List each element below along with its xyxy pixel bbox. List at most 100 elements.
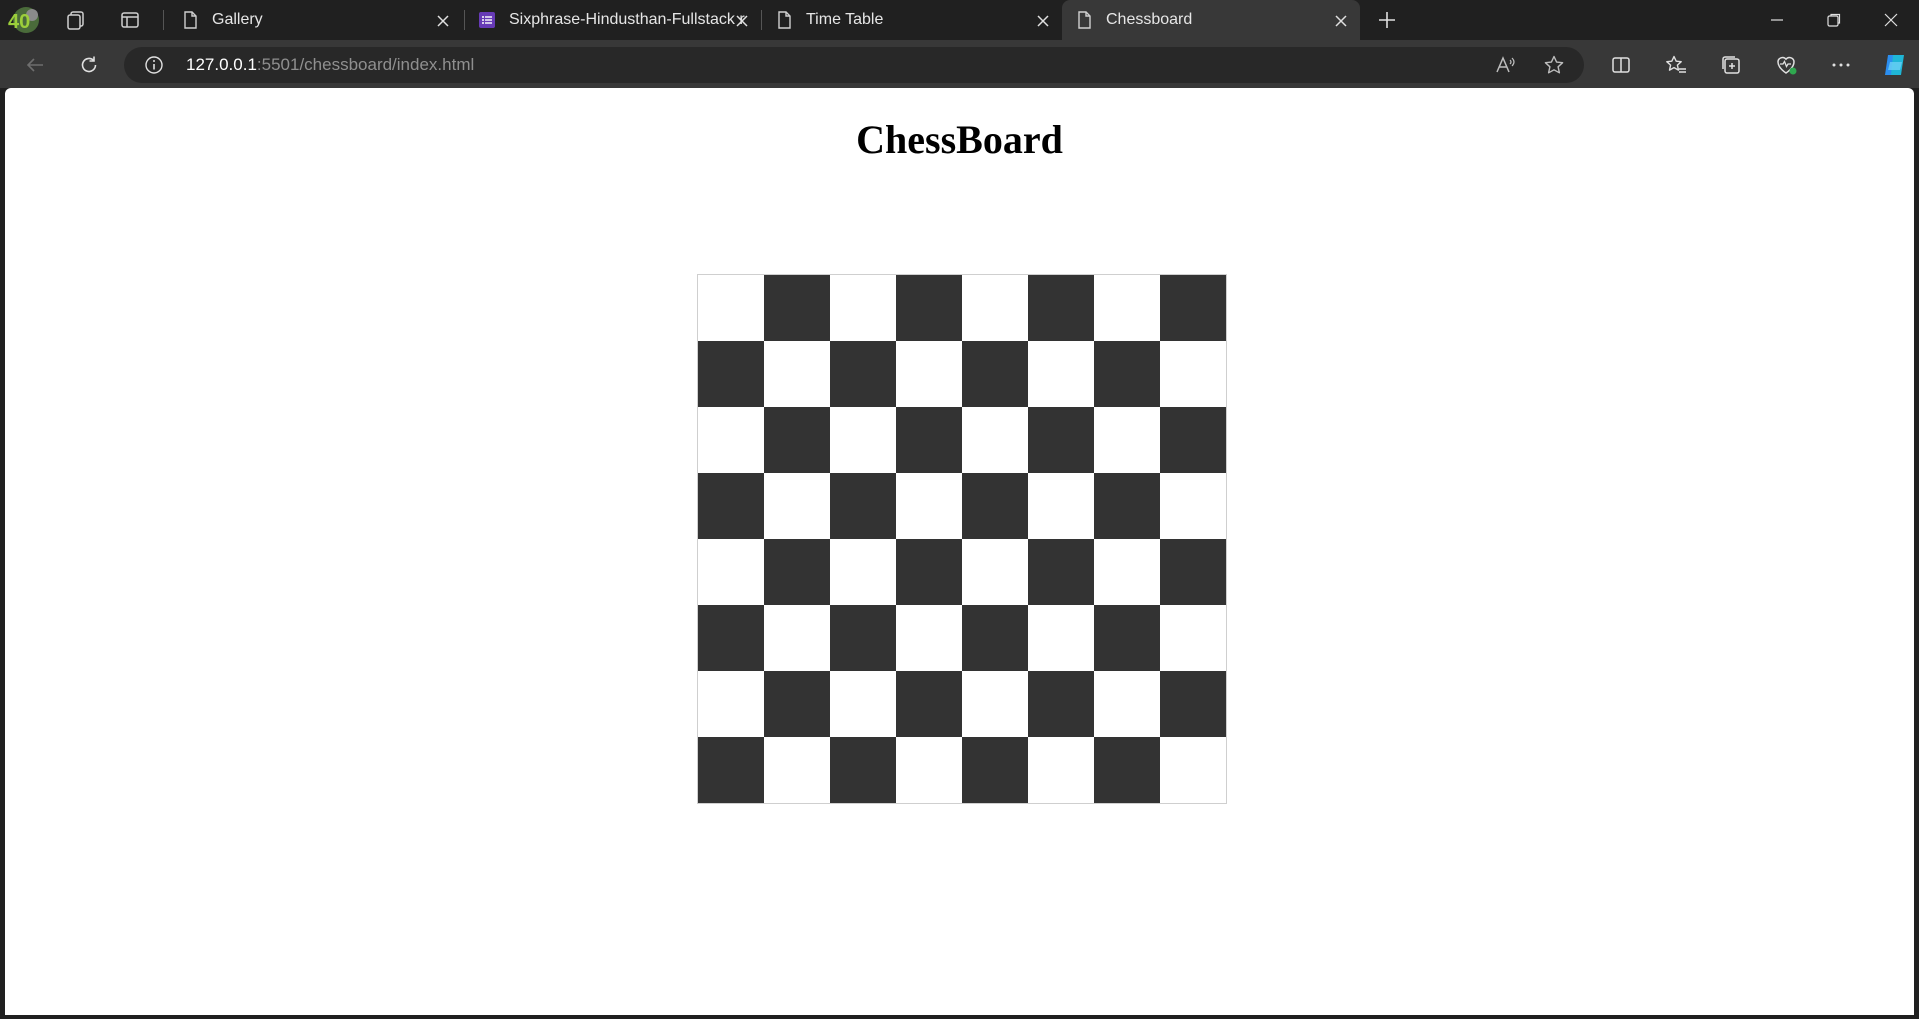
light-square	[962, 671, 1028, 737]
dark-square	[896, 671, 962, 737]
favorite-star-icon[interactable]	[1543, 54, 1565, 76]
dark-square	[1160, 275, 1226, 341]
dark-square	[962, 737, 1028, 803]
dark-square	[1028, 539, 1094, 605]
light-square	[698, 275, 764, 341]
light-square	[830, 671, 896, 737]
browser-toolbar: 127.0.0.1:5501/chessboard/index.html	[0, 40, 1919, 88]
light-square	[830, 275, 896, 341]
dark-square	[764, 671, 830, 737]
tab-title: Gallery	[212, 11, 263, 28]
dark-square	[1028, 671, 1094, 737]
light-square	[764, 605, 830, 671]
tab-title: Sixphrase-Hindusthan-Fullstack r	[509, 11, 745, 28]
tab-strip: 40 Gallery Sixphrase-Hindusthan-Fullstac…	[0, 0, 1919, 40]
dark-square	[896, 275, 962, 341]
light-square	[1028, 605, 1094, 671]
more-icon[interactable]	[1828, 52, 1854, 78]
read-aloud-icon[interactable]	[1494, 54, 1516, 76]
light-square	[1094, 539, 1160, 605]
profile-badge: 40	[8, 11, 30, 33]
browser-essentials-icon[interactable]	[1773, 52, 1799, 78]
dark-square	[1028, 407, 1094, 473]
light-square	[1094, 275, 1160, 341]
site-info-icon[interactable]	[144, 55, 164, 75]
tab-title: Time Table	[806, 11, 884, 28]
dark-square	[1028, 275, 1094, 341]
light-square	[698, 407, 764, 473]
light-square	[896, 605, 962, 671]
dark-square	[830, 341, 896, 407]
light-square	[1094, 671, 1160, 737]
dark-square	[1094, 473, 1160, 539]
tab-time-table[interactable]: Time Table	[762, 0, 1058, 40]
dark-square	[962, 473, 1028, 539]
close-tab-icon[interactable]	[1034, 12, 1052, 30]
light-square	[830, 407, 896, 473]
tab-separator	[163, 10, 164, 30]
light-square	[698, 539, 764, 605]
light-square	[1028, 341, 1094, 407]
dark-square	[698, 737, 764, 803]
dark-square	[830, 737, 896, 803]
restore-icon[interactable]	[1819, 6, 1849, 34]
tab-title: Chessboard	[1106, 11, 1193, 28]
dark-square	[1094, 341, 1160, 407]
close-tab-icon[interactable]	[733, 12, 751, 30]
dark-square	[830, 605, 896, 671]
url-text[interactable]: 127.0.0.1:5501/chessboard/index.html	[186, 55, 474, 75]
page-viewport: ChessBoard	[5, 88, 1914, 1015]
dark-square	[764, 275, 830, 341]
tab-gallery[interactable]: Gallery	[168, 0, 464, 40]
new-tab-icon[interactable]	[1375, 8, 1399, 32]
light-square	[962, 407, 1028, 473]
collections-icon[interactable]	[1718, 52, 1744, 78]
address-bar[interactable]: 127.0.0.1:5501/chessboard/index.html	[124, 47, 1584, 83]
profile-icon: 40	[8, 7, 39, 33]
page-icon	[184, 11, 197, 29]
light-square	[764, 473, 830, 539]
refresh-icon[interactable]	[76, 52, 102, 78]
dark-square	[1160, 539, 1226, 605]
close-tab-icon[interactable]	[1332, 12, 1350, 30]
back-icon[interactable]	[22, 52, 48, 78]
light-square	[1160, 605, 1226, 671]
light-square	[698, 671, 764, 737]
light-square	[1094, 407, 1160, 473]
light-square	[764, 737, 830, 803]
dark-square	[1160, 407, 1226, 473]
dark-square	[698, 605, 764, 671]
light-square	[1160, 473, 1226, 539]
copilot-icon[interactable]	[1880, 50, 1910, 80]
tab-chessboard[interactable]: Chessboard	[1062, 0, 1360, 40]
tab-actions-icon[interactable]	[118, 8, 142, 32]
dark-square	[896, 407, 962, 473]
dark-square	[962, 341, 1028, 407]
dark-square	[764, 407, 830, 473]
favorites-icon[interactable]	[1663, 52, 1689, 78]
page-icon	[1078, 11, 1091, 29]
url-host: 127.0.0.1	[186, 55, 257, 74]
workspaces-icon[interactable]	[64, 8, 88, 32]
dark-square	[698, 341, 764, 407]
tab-sixphrase[interactable]: Sixphrase-Hindusthan-Fullstack r	[465, 0, 761, 40]
close-tab-icon[interactable]	[434, 12, 452, 30]
dark-square	[1094, 737, 1160, 803]
dark-square	[896, 539, 962, 605]
light-square	[896, 473, 962, 539]
light-square	[962, 539, 1028, 605]
light-square	[1028, 737, 1094, 803]
split-screen-icon[interactable]	[1608, 52, 1634, 78]
light-square	[896, 341, 962, 407]
page-icon	[778, 11, 791, 29]
page-title: ChessBoard	[856, 117, 1063, 162]
chessboard	[697, 274, 1227, 804]
light-square	[1028, 473, 1094, 539]
light-square	[896, 737, 962, 803]
minimize-icon[interactable]	[1762, 6, 1792, 34]
dark-square	[830, 473, 896, 539]
light-square	[962, 275, 1028, 341]
close-window-icon[interactable]	[1876, 6, 1906, 34]
profile-avatar[interactable]: 40	[4, 3, 44, 37]
light-square	[830, 539, 896, 605]
